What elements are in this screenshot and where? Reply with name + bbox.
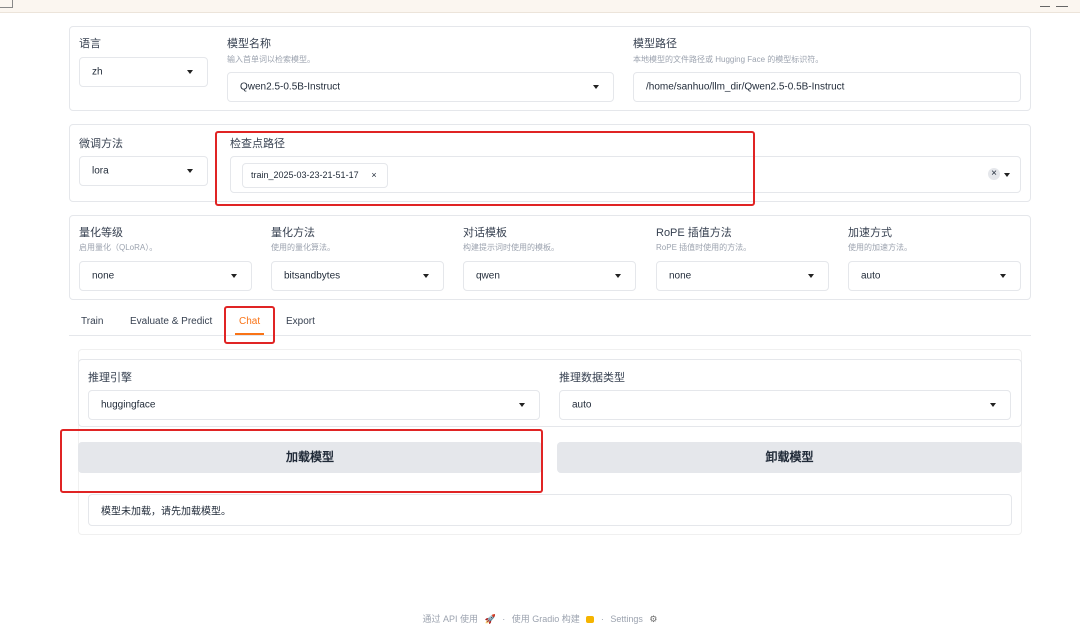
- window-control-icon[interactable]: [1040, 0, 1050, 7]
- quant-method-select[interactable]: bitsandbytes: [271, 261, 444, 291]
- quant-level-hint: 启用量化（QLoRA）。: [79, 243, 158, 252]
- tab-chat[interactable]: Chat: [234, 316, 265, 335]
- quant-level-select[interactable]: none: [79, 261, 252, 291]
- tab-export[interactable]: Export: [286, 316, 315, 327]
- chevron-down-icon: [615, 274, 621, 278]
- chevron-down-icon: [990, 403, 996, 407]
- checkpoint-label: 检查点路径: [230, 138, 285, 150]
- engine-select[interactable]: huggingface: [88, 390, 540, 420]
- tab-bar: Train Evaluate & Predict Chat Export: [69, 310, 1031, 336]
- finetune-method-select[interactable]: lora: [79, 156, 208, 186]
- window-minimize-icon[interactable]: [1056, 0, 1068, 7]
- engine-value: huggingface: [101, 399, 156, 411]
- checkpoint-multiselect[interactable]: train_2025-03-23-21-51-17 × ×: [230, 156, 1021, 193]
- unload-model-button[interactable]: 卸载模型: [557, 442, 1022, 473]
- chevron-down-icon: [593, 85, 599, 89]
- template-hint: 构建提示词时使用的模板。: [463, 243, 559, 252]
- quant-method-label: 量化方法: [271, 227, 315, 239]
- template-value: qwen: [476, 270, 500, 282]
- app-menu-icon[interactable]: [0, 0, 13, 8]
- gradio-logo-icon: [586, 616, 595, 624]
- accel-value: auto: [861, 270, 881, 282]
- quant-method-value: bitsandbytes: [284, 270, 341, 282]
- chevron-down-icon: [423, 274, 429, 278]
- dtype-label: 推理数据类型: [559, 372, 625, 384]
- quant-level-label: 量化等级: [79, 227, 123, 239]
- language-label: 语言: [79, 38, 101, 50]
- engine-label: 推理引擎: [88, 372, 132, 384]
- language-value: zh: [92, 66, 103, 78]
- tab-evaluate-predict[interactable]: Evaluate & Predict: [130, 316, 212, 327]
- chevron-down-icon: [808, 274, 814, 278]
- rocket-icon: 🚀: [484, 614, 496, 624]
- dtype-value: auto: [572, 399, 592, 411]
- model-name-value: Qwen2.5-0.5B-Instruct: [240, 81, 341, 93]
- language-select[interactable]: zh: [79, 57, 208, 87]
- template-label: 对话模板: [463, 227, 507, 239]
- footer: 通过 API 使用 🚀 · 使用 Gradio 构建 · Settings ⚙: [0, 612, 1080, 625]
- window-top-bar: [0, 0, 1080, 13]
- rope-hint: RoPE 插值时使用的方法。: [656, 243, 752, 252]
- gear-icon[interactable]: ⚙: [649, 614, 657, 624]
- tag-remove-icon[interactable]: ×: [371, 164, 376, 187]
- model-path-input[interactable]: /home/sanhuo/llm_dir/Qwen2.5-0.5B-Instru…: [633, 72, 1021, 102]
- template-select[interactable]: qwen: [463, 261, 636, 291]
- checkpoint-tag[interactable]: train_2025-03-23-21-51-17 ×: [242, 163, 388, 188]
- footer-api-link[interactable]: 通过 API 使用: [423, 614, 479, 624]
- chevron-down-icon[interactable]: [1004, 172, 1010, 177]
- dtype-select[interactable]: auto: [559, 390, 1011, 420]
- model-name-select[interactable]: Qwen2.5-0.5B-Instruct: [227, 72, 614, 102]
- finetune-method-value: lora: [92, 165, 109, 177]
- rope-label: RoPE 插值方法: [656, 227, 732, 239]
- load-model-button[interactable]: 加载模型: [78, 442, 542, 473]
- model-path-value: /home/sanhuo/llm_dir/Qwen2.5-0.5B-Instru…: [646, 81, 845, 93]
- footer-sep: ·: [600, 614, 604, 624]
- chevron-down-icon: [519, 403, 525, 407]
- quant-level-value: none: [92, 270, 115, 282]
- accel-hint: 使用的加速方法。: [848, 243, 912, 252]
- rope-value: none: [669, 270, 692, 282]
- quant-method-hint: 使用的量化算法。: [271, 243, 335, 252]
- status-box: 模型未加载，请先加载模型。: [88, 494, 1012, 526]
- clear-icon[interactable]: ×: [988, 168, 1000, 180]
- finetune-method-label: 微调方法: [79, 138, 123, 150]
- footer-settings-link[interactable]: Settings: [610, 614, 643, 624]
- tab-train[interactable]: Train: [81, 316, 103, 327]
- model-name-label: 模型名称: [227, 38, 271, 50]
- footer-gradio-link[interactable]: 使用 Gradio 构建: [512, 614, 580, 624]
- model-name-hint: 输入首单词以检索模型。: [227, 55, 315, 64]
- model-path-hint: 本地模型的文件路径或 Hugging Face 的模型标识符。: [633, 55, 824, 64]
- accel-select[interactable]: auto: [848, 261, 1021, 291]
- footer-sep: ·: [502, 614, 506, 624]
- chevron-down-icon: [187, 169, 193, 173]
- accel-label: 加速方式: [848, 227, 892, 239]
- chevron-down-icon: [187, 70, 193, 74]
- model-path-label: 模型路径: [633, 38, 677, 50]
- checkpoint-tag-label: train_2025-03-23-21-51-17: [251, 170, 359, 180]
- rope-select[interactable]: none: [656, 261, 829, 291]
- chevron-down-icon: [1000, 274, 1006, 278]
- chevron-down-icon: [231, 274, 237, 278]
- status-text: 模型未加载，请先加载模型。: [101, 506, 231, 518]
